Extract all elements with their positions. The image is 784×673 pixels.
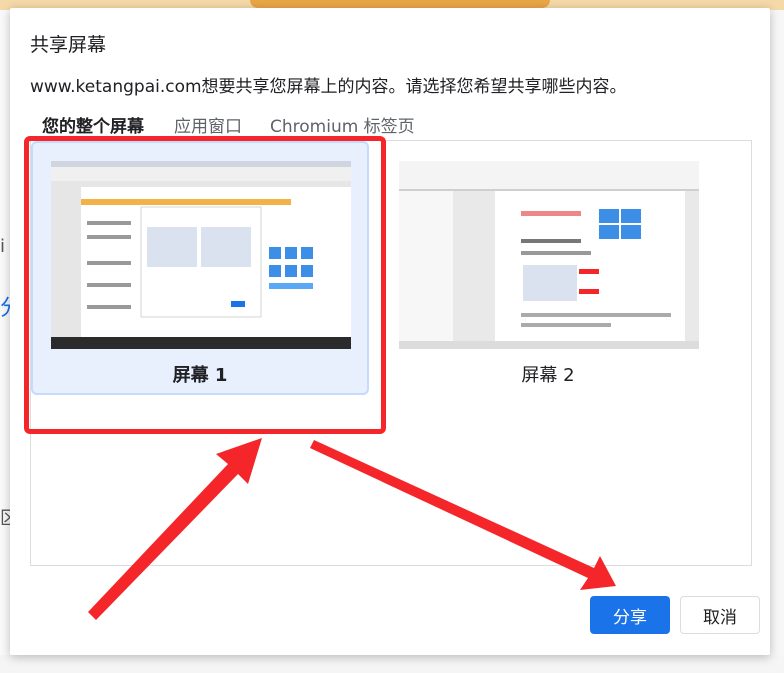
screen-2-preview xyxy=(399,161,699,349)
dialog-title: 共享屏幕 xyxy=(30,34,107,56)
background-header-accent xyxy=(250,0,550,8)
screen-option-1[interactable]: 屏幕 1 xyxy=(33,143,367,393)
screen-2-thumbnail xyxy=(399,161,699,349)
cancel-button[interactable]: 取消 xyxy=(680,596,760,634)
screen-list-panel: 屏幕 1 屏幕 2 xyxy=(30,140,752,566)
screenshot-root: i 分 区 共享屏幕 www.ketangpai.com想要共享您屏幕上的内容。… xyxy=(0,0,784,673)
background-bottom xyxy=(0,655,784,673)
background-glyph: i xyxy=(0,236,6,257)
tab-entire-screen[interactable]: 您的整个屏幕 xyxy=(42,112,144,137)
screen-2-label: 屏幕 2 xyxy=(521,365,575,386)
screen-1-label: 屏幕 1 xyxy=(172,365,228,386)
screen-option-2[interactable]: 屏幕 2 xyxy=(381,143,715,393)
tab-chromium-tab[interactable]: Chromium 标签页 xyxy=(270,112,415,137)
screen-1-thumbnail xyxy=(51,161,351,349)
dialog-description: www.ketangpai.com想要共享您屏幕上的内容。请选择您希望共享哪些内… xyxy=(30,77,627,97)
share-screen-dialog: 共享屏幕 www.ketangpai.com想要共享您屏幕上的内容。请选择您希望… xyxy=(10,8,770,655)
share-button[interactable]: 分享 xyxy=(590,596,670,634)
background-right-page xyxy=(770,10,784,673)
screen-1-preview xyxy=(51,161,351,349)
tab-application-window[interactable]: 应用窗口 xyxy=(174,112,242,137)
